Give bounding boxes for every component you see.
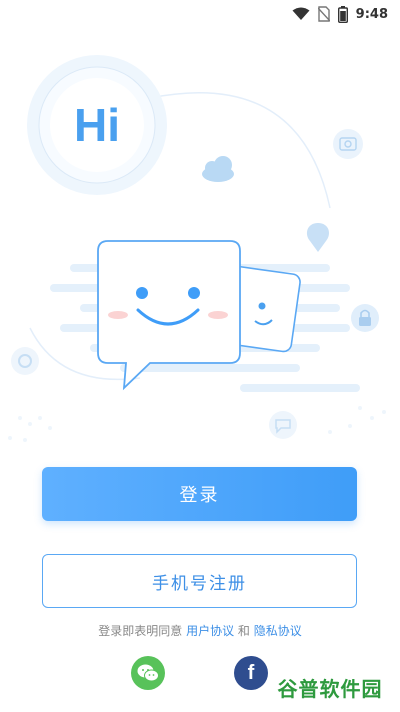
login-screen: 9:48 Hi 登录 手机号注册 登录即表明同意 用户协议 和 隐私协议 f 谷… — [0, 0, 400, 712]
agreement-prefix: 登录即表明同意 — [98, 624, 183, 638]
facebook-icon: f — [247, 661, 255, 684]
settings-icon — [11, 347, 39, 375]
agreement-conjunction: 和 — [237, 624, 250, 638]
facebook-login-button[interactable]: f — [234, 656, 268, 690]
hi-logo: Hi — [27, 55, 167, 195]
location-pin-icon — [306, 223, 330, 252]
lock-icon — [351, 304, 379, 332]
message-icon — [269, 411, 297, 439]
watermark-logo: 谷普软件园 — [268, 670, 392, 704]
agreement-text: 登录即表明同意 用户协议 和 隐私协议 — [0, 622, 400, 639]
no-sim-icon — [317, 6, 330, 22]
login-button[interactable]: 登录 — [42, 467, 357, 521]
privacy-agreement-link[interactable]: 隐私协议 — [254, 624, 302, 638]
status-time: 9:48 — [355, 6, 388, 22]
wifi-icon — [292, 7, 310, 20]
watermark-text: 谷普软件园 — [277, 676, 383, 701]
status-bar: 9:48 — [0, 0, 400, 28]
battery-icon — [337, 5, 348, 23]
svg-text:Hi: Hi — [74, 99, 120, 151]
wechat-icon — [137, 664, 159, 682]
user-agreement-link[interactable]: 用户协议 — [186, 624, 234, 638]
phone-register-button[interactable]: 手机号注册 — [42, 554, 357, 608]
hero-illustration: Hi — [8, 55, 386, 442]
cloud-icon — [202, 156, 234, 182]
camera-icon — [333, 129, 363, 159]
wechat-login-button[interactable] — [131, 656, 165, 690]
